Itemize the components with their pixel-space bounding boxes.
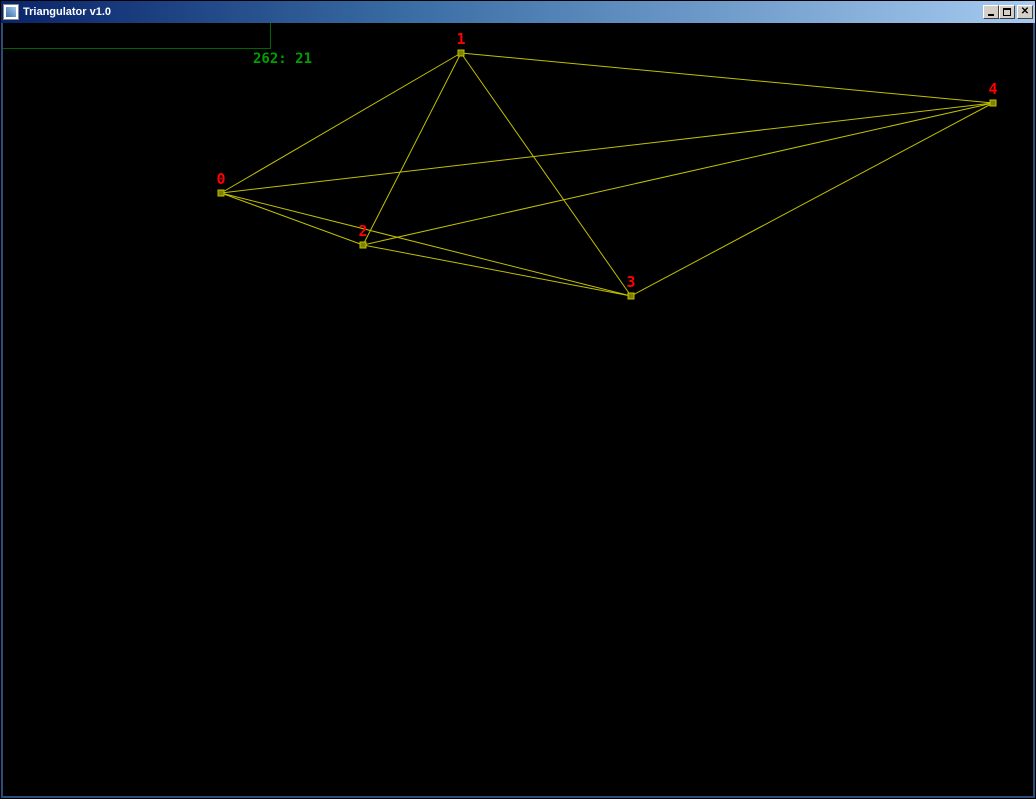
window-controls: ✕ [983,5,1033,19]
vertex-point[interactable] [360,242,366,248]
maximize-icon [1003,8,1011,16]
edge [363,103,993,245]
close-icon: ✕ [1021,7,1029,17]
minimize-button[interactable] [983,5,999,19]
canvas-area[interactable]: 262: 21 01234 [1,23,1035,798]
vertex-point[interactable] [218,190,224,196]
vertex-point[interactable] [628,293,634,299]
maximize-button[interactable] [999,5,1015,19]
vertex-point[interactable] [458,50,464,56]
app-icon [3,4,19,20]
app-window: Triangulator v1.0 ✕ 262: 21 01234 [0,0,1036,799]
edge [221,103,993,193]
close-button[interactable]: ✕ [1017,5,1033,19]
edges-group [221,53,993,296]
window-title: Triangulator v1.0 [23,6,983,18]
graph-canvas[interactable] [3,23,1033,796]
edge [631,103,993,296]
vertex-point[interactable] [990,100,996,106]
minimize-icon [988,14,994,16]
edge [221,193,363,245]
edge [363,245,631,296]
titlebar[interactable]: Triangulator v1.0 ✕ [1,1,1035,23]
edge [461,53,993,103]
